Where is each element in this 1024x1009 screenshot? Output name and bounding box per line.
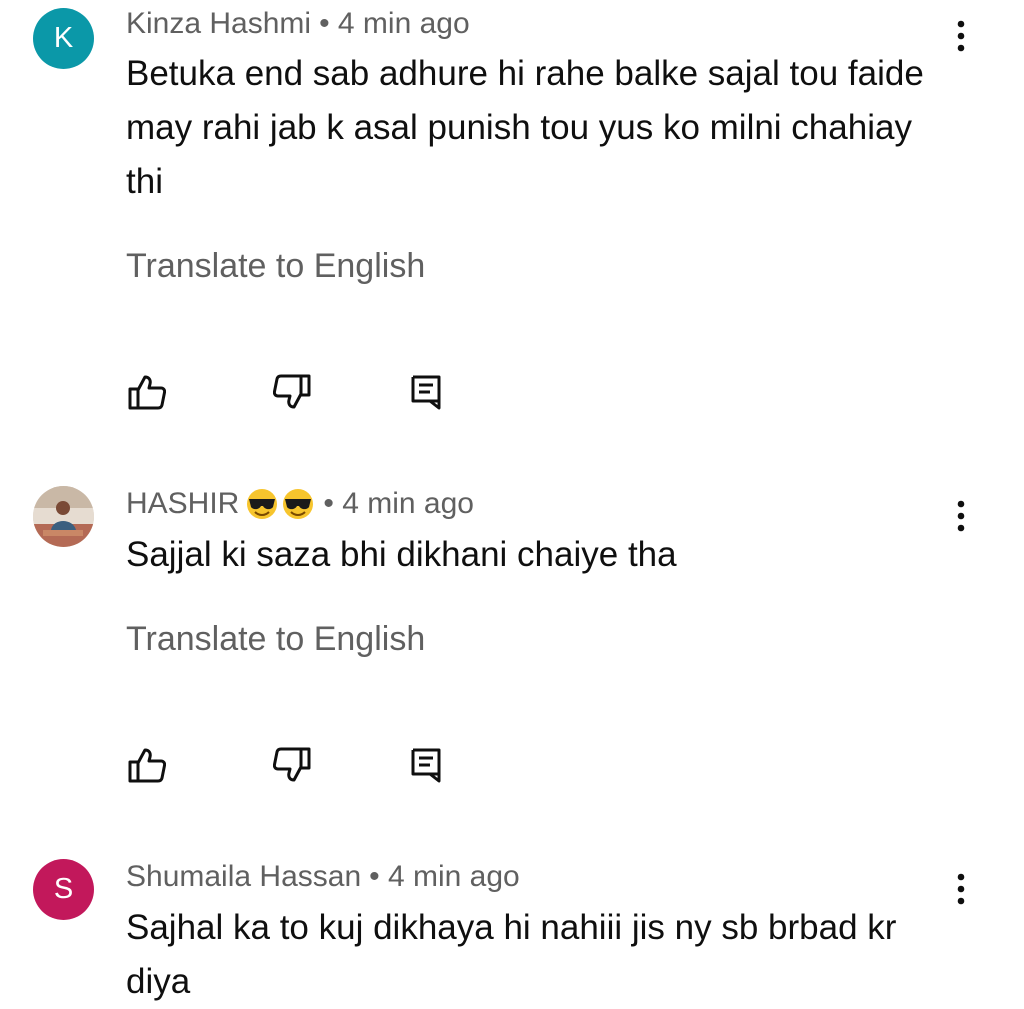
thumbs-down-icon — [273, 374, 311, 409]
thumbs-up-icon — [128, 375, 166, 410]
translate-link[interactable]: Translate to English — [126, 247, 425, 286]
avatar-letter: S — [53, 873, 74, 905]
avatar[interactable]: S — [33, 859, 94, 920]
comment-author[interactable]: HASHIR — [126, 487, 239, 521]
dislike-button[interactable] — [272, 372, 312, 412]
comment-text: Betuka end sab adhure hi rahe balke saja… — [126, 54, 924, 201]
comment-time: • 4 min ago — [323, 487, 474, 520]
comment-meta: HASHIR • 4 min ago — [126, 486, 474, 522]
avatar-photo — [33, 486, 94, 547]
like-button[interactable] — [127, 372, 167, 412]
comment-author[interactable]: Kinza Hashmi — [126, 7, 311, 41]
avatar[interactable]: K — [33, 8, 94, 69]
comment-menu-button[interactable] — [946, 16, 976, 56]
comment-menu-button[interactable] — [946, 496, 976, 536]
reply-icon — [411, 375, 441, 410]
reply-button[interactable] — [406, 745, 446, 785]
comment-actions — [0, 372, 600, 412]
like-button[interactable] — [127, 745, 167, 785]
reply-button[interactable] — [406, 372, 446, 412]
dislike-button[interactable] — [272, 745, 312, 785]
author-emoji — [245, 487, 317, 521]
thumbs-down-icon — [273, 747, 311, 782]
more-vertical-icon — [957, 500, 965, 532]
comment-author[interactable]: Shumaila Hassan — [126, 860, 361, 894]
thumbs-up-icon — [128, 748, 166, 783]
comment-actions — [0, 745, 600, 785]
comment-text: Sajjal ki saza bhi dikhani chaiye tha — [126, 535, 677, 574]
comment-meta: Shumaila Hassan • 4 min ago — [126, 859, 520, 895]
comment-time: • 4 min ago — [319, 7, 470, 40]
more-vertical-icon — [957, 873, 965, 905]
smiling-face-with-sunglasses-icon — [247, 489, 314, 519]
comment-menu-button[interactable] — [946, 869, 976, 909]
comment-text: Sajhal ka to kuj dikhaya hi nahiii jis n… — [126, 908, 897, 1001]
comment-time: • 4 min ago — [369, 860, 520, 893]
avatar[interactable] — [33, 486, 94, 547]
comment-meta: Kinza Hashmi • 4 min ago — [126, 6, 470, 42]
translate-link[interactable]: Translate to English — [126, 620, 425, 659]
reply-icon — [411, 748, 441, 783]
avatar-letter: K — [53, 22, 74, 54]
more-vertical-icon — [957, 20, 965, 52]
